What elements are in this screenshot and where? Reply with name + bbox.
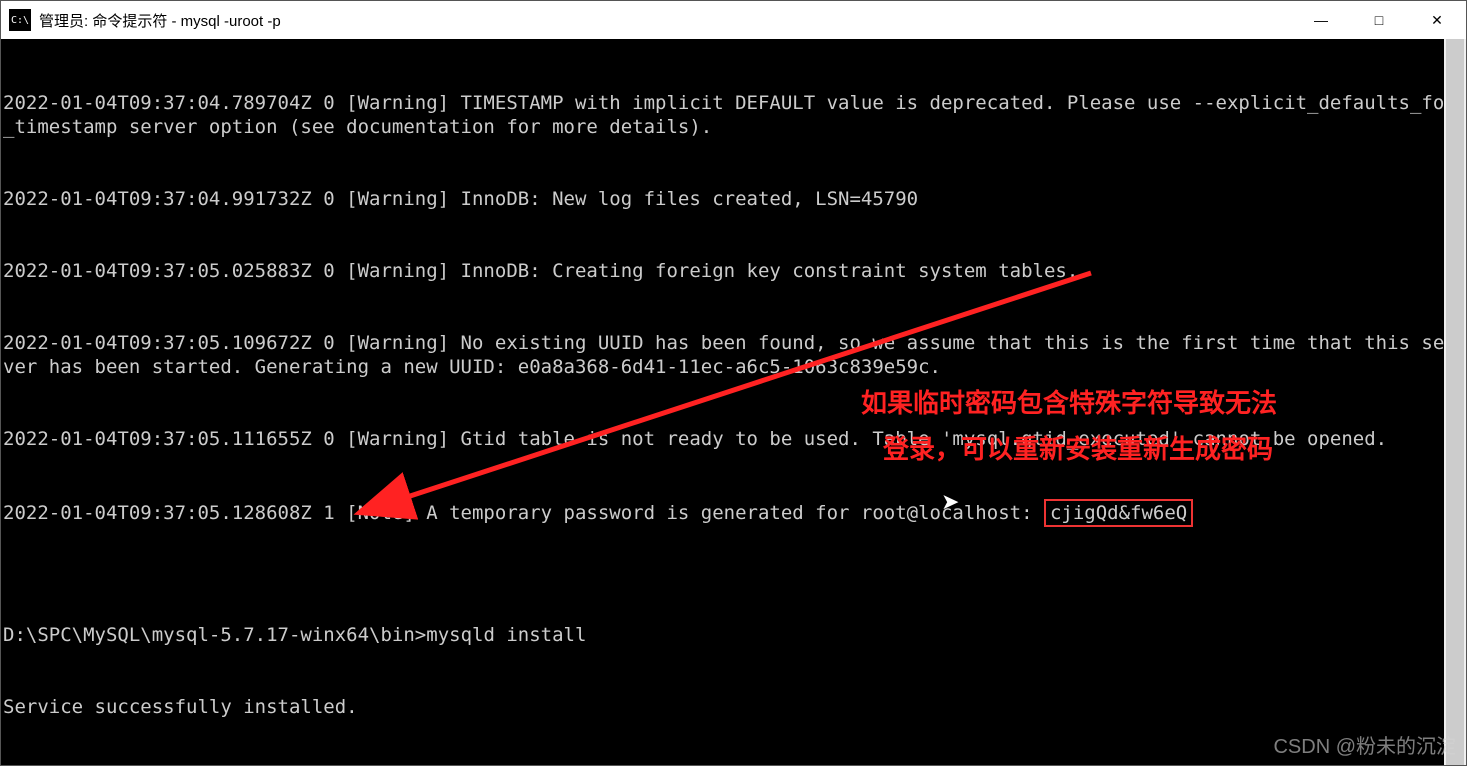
- log-line: 2022-01-04T09:37:04.991732Z 0 [Warning] …: [3, 187, 1464, 211]
- scrollbar[interactable]: [1444, 39, 1466, 765]
- close-button[interactable]: ✕: [1408, 1, 1466, 39]
- watermark: CSDN @粉未的沉淀: [1273, 730, 1456, 759]
- log-line: 2022-01-04T09:37:05.025883Z 0 [Warning] …: [3, 259, 1464, 283]
- annotation-text-line2: 登录，可以重新安装重新生成密码: [883, 429, 1273, 466]
- annotation-text-line1: 如果临时密码包含特殊字符导致无法: [861, 383, 1277, 420]
- log-line: 2022-01-04T09:37:04.789704Z 0 [Warning] …: [3, 91, 1464, 139]
- maximize-button[interactable]: □: [1350, 1, 1408, 39]
- title-bar[interactable]: C:\ 管理员: 命令提示符 - mysql -uroot -p — □ ✕: [1, 1, 1466, 40]
- temp-password: cjigQd&fw6eQ: [1044, 499, 1193, 527]
- log-line: 2022-01-04T09:37:05.128608Z 1 [Note] A t…: [3, 499, 1464, 527]
- scrollbar-thumb[interactable]: [1446, 39, 1464, 765]
- mouse-cursor-icon: ➤: [941, 489, 959, 515]
- window-title: 管理员: 命令提示符 - mysql -uroot -p: [39, 10, 281, 31]
- minimize-button[interactable]: —: [1292, 1, 1350, 39]
- cmd-window: C:\ 管理员: 命令提示符 - mysql -uroot -p — □ ✕ 2…: [0, 0, 1467, 766]
- app-icon: C:\: [9, 9, 31, 31]
- log-line: Service successfully installed.: [3, 695, 1464, 719]
- log-line: 2022-01-04T09:37:05.109672Z 0 [Warning] …: [3, 331, 1464, 379]
- prompt-line: D:\SPC\MySQL\mysql-5.7.17-winx64\bin>mys…: [3, 623, 1464, 647]
